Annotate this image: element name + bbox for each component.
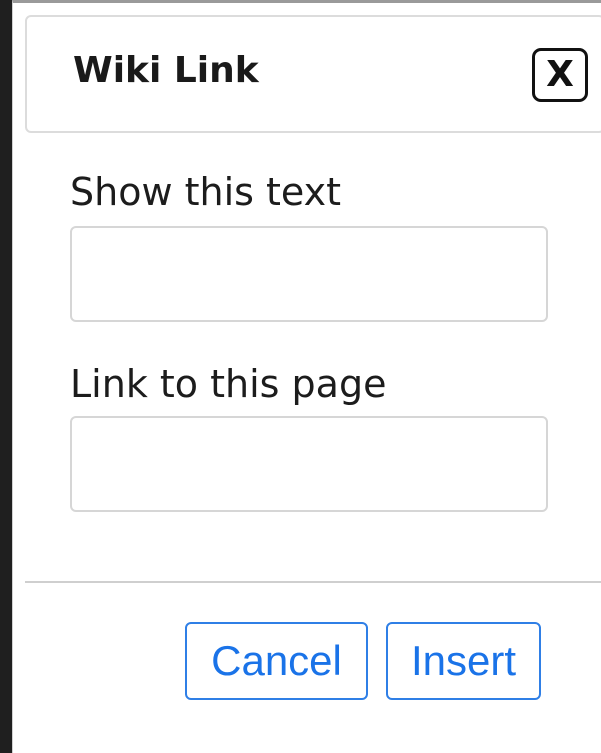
link-page-input[interactable] <box>70 416 548 512</box>
link-page-label: Link to this page <box>70 362 387 406</box>
dialog-header: Wiki Link X <box>25 15 601 133</box>
insert-button[interactable]: Insert <box>386 622 541 700</box>
show-text-input[interactable] <box>70 226 548 322</box>
footer-divider <box>25 581 601 583</box>
wiki-link-dialog: Wiki Link X Show this text Link to this … <box>12 0 601 753</box>
close-icon: X <box>546 54 574 95</box>
cancel-button[interactable]: Cancel <box>185 622 368 700</box>
show-text-label: Show this text <box>70 170 342 214</box>
close-button[interactable]: X <box>532 48 588 102</box>
dialog-title: Wiki Link <box>73 50 259 91</box>
